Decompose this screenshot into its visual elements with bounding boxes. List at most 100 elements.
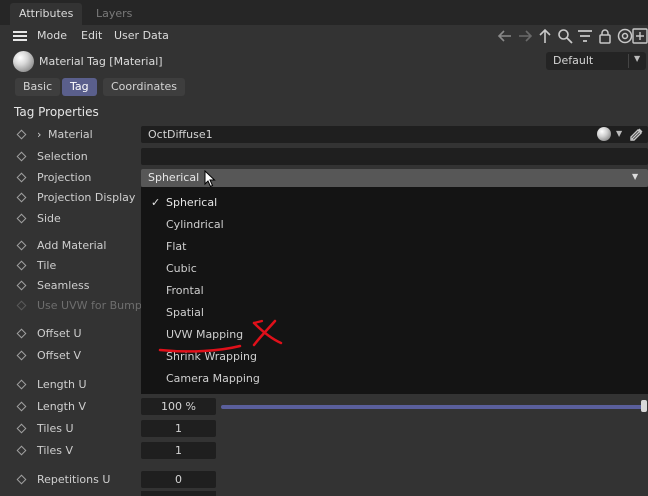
red-underline-stroke [158,344,242,353]
property-label: Projection Display [37,191,136,204]
next-field-partial [141,491,216,496]
projection-dropdown-menu: ✓ Spherical Cylindrical Flat Cubic Front… [141,187,648,394]
panel-tab-bar: Attributes Layers [0,0,648,25]
keyframe-diamond-icon[interactable] [16,300,27,311]
section-title: Tag Properties [14,105,99,119]
keyframe-diamond-icon[interactable] [16,240,27,251]
filter-icon[interactable] [577,28,593,44]
dropdown-option-camera-mapping[interactable]: Camera Mapping [166,372,260,385]
keyframe-diamond-icon[interactable] [16,474,27,485]
property-label: Use UVW for Bump [37,299,142,312]
property-row-projection-display: Projection Display [0,188,141,208]
property-row-material: › Material [0,125,141,145]
property-row-selection: Selection [0,147,141,167]
keyframe-diamond-icon[interactable] [16,129,27,140]
tab-tag[interactable]: Tag [62,78,97,96]
keyframe-diamond-icon[interactable] [16,401,27,412]
keyframe-diamond-icon[interactable] [16,350,27,361]
property-row-tile: Tile [0,256,141,276]
preset-select[interactable]: Default ▼ [546,52,646,70]
property-label: Tile [37,259,57,272]
dropdown-option-cylindrical[interactable]: Cylindrical [166,218,224,231]
property-label: Seamless [37,279,90,292]
material-thumbnail-icon [597,127,611,141]
eyedropper-icon[interactable] [629,126,645,142]
keyframe-diamond-icon[interactable] [16,192,27,203]
property-row-side: Side [0,209,141,229]
dropdown-option-spherical[interactable]: Spherical [166,196,217,209]
tab-basic[interactable]: Basic [15,78,61,96]
chevron-down-icon: ▼ [634,54,641,63]
hamburger-menu-icon[interactable] [13,31,27,41]
object-title: Material Tag [Material] [39,55,163,68]
property-row-offset-v: Offset V [0,346,141,366]
property-label: Tiles U [37,422,74,435]
property-row-use-uvw-for-bump: Use UVW for Bump [0,296,142,316]
checkmark-icon: ✓ [151,196,161,209]
chevron-down-icon[interactable]: ▼ [616,129,622,138]
property-label: Offset U [37,327,82,340]
tiles-v-field[interactable]: 1 [141,442,216,459]
target-icon[interactable] [617,28,633,44]
material-link-field[interactable]: OctDiffuse1 [141,126,648,143]
chevron-down-icon: ▼ [632,172,639,181]
search-icon[interactable] [557,28,573,44]
property-label: Side [37,212,61,225]
keyframe-diamond-icon[interactable] [16,280,27,291]
keyframe-diamond-icon[interactable] [16,445,27,456]
dropdown-option-flat[interactable]: Flat [166,240,186,253]
mouse-cursor-icon [204,169,216,191]
menu-edit[interactable]: Edit [81,29,102,42]
dropdown-option-frontal[interactable]: Frontal [166,284,204,297]
dropdown-option-cubic[interactable]: Cubic [166,262,197,275]
preset-select-value: Default [553,54,594,67]
property-row-length-u: Length U [0,375,141,395]
forward-arrow-icon[interactable] [517,28,533,44]
material-link-value: OctDiffuse1 [148,128,213,141]
projection-select[interactable]: Spherical ▼ [141,169,648,187]
tab-attributes[interactable]: Attributes [10,3,83,25]
menu-mode[interactable]: Mode [37,29,67,42]
keyframe-diamond-icon[interactable] [16,172,27,183]
selection-field[interactable] [141,148,648,165]
property-row-tiles-u: Tiles U [0,419,141,439]
property-label: Offset V [37,349,82,362]
object-header: Material Tag [Material] Default ▼ [0,50,648,74]
keyframe-diamond-icon[interactable] [16,213,27,224]
red-x-stroke [252,319,264,325]
keyframe-diamond-icon[interactable] [16,423,27,434]
tab-layers[interactable]: Layers [87,3,141,25]
property-label: Add Material [37,239,107,252]
up-arrow-icon[interactable] [537,28,553,44]
property-row-seamless: Seamless [0,276,141,296]
length-v-slider-track[interactable] [221,405,646,409]
property-label: Material [48,128,93,141]
length-v-field[interactable]: 100 % [141,398,216,415]
keyframe-diamond-icon[interactable] [16,328,27,339]
property-row-projection: Projection [0,168,141,188]
add-panel-icon[interactable] [632,28,648,44]
material-preview-icon [13,51,34,72]
property-row-repetitions-u: Repetitions U [0,470,141,490]
keyframe-diamond-icon[interactable] [16,260,27,271]
property-row-add-material: Add Material [0,236,141,256]
expand-chevron-icon[interactable]: › [37,128,41,141]
lock-icon[interactable] [597,28,613,44]
length-v-slider-handle[interactable] [641,400,647,412]
property-row-tiles-v: Tiles V [0,441,141,461]
property-row-length-v: Length V [0,397,141,417]
property-label: Repetitions U [37,473,111,486]
property-label: Length V [37,400,86,413]
keyframe-diamond-icon[interactable] [16,379,27,390]
projection-select-value: Spherical [148,171,200,184]
property-label: Projection [37,171,92,184]
keyframe-diamond-icon[interactable] [16,151,27,162]
property-label: Selection [37,150,88,163]
property-label: Length U [37,378,87,391]
back-arrow-icon[interactable] [497,28,513,44]
tiles-u-field[interactable]: 1 [141,420,216,437]
menu-user-data[interactable]: User Data [114,29,169,42]
repetitions-u-field[interactable]: 0 [141,471,216,488]
tab-coordinates[interactable]: Coordinates [103,78,186,96]
menu-bar: Mode Edit User Data [0,25,648,47]
